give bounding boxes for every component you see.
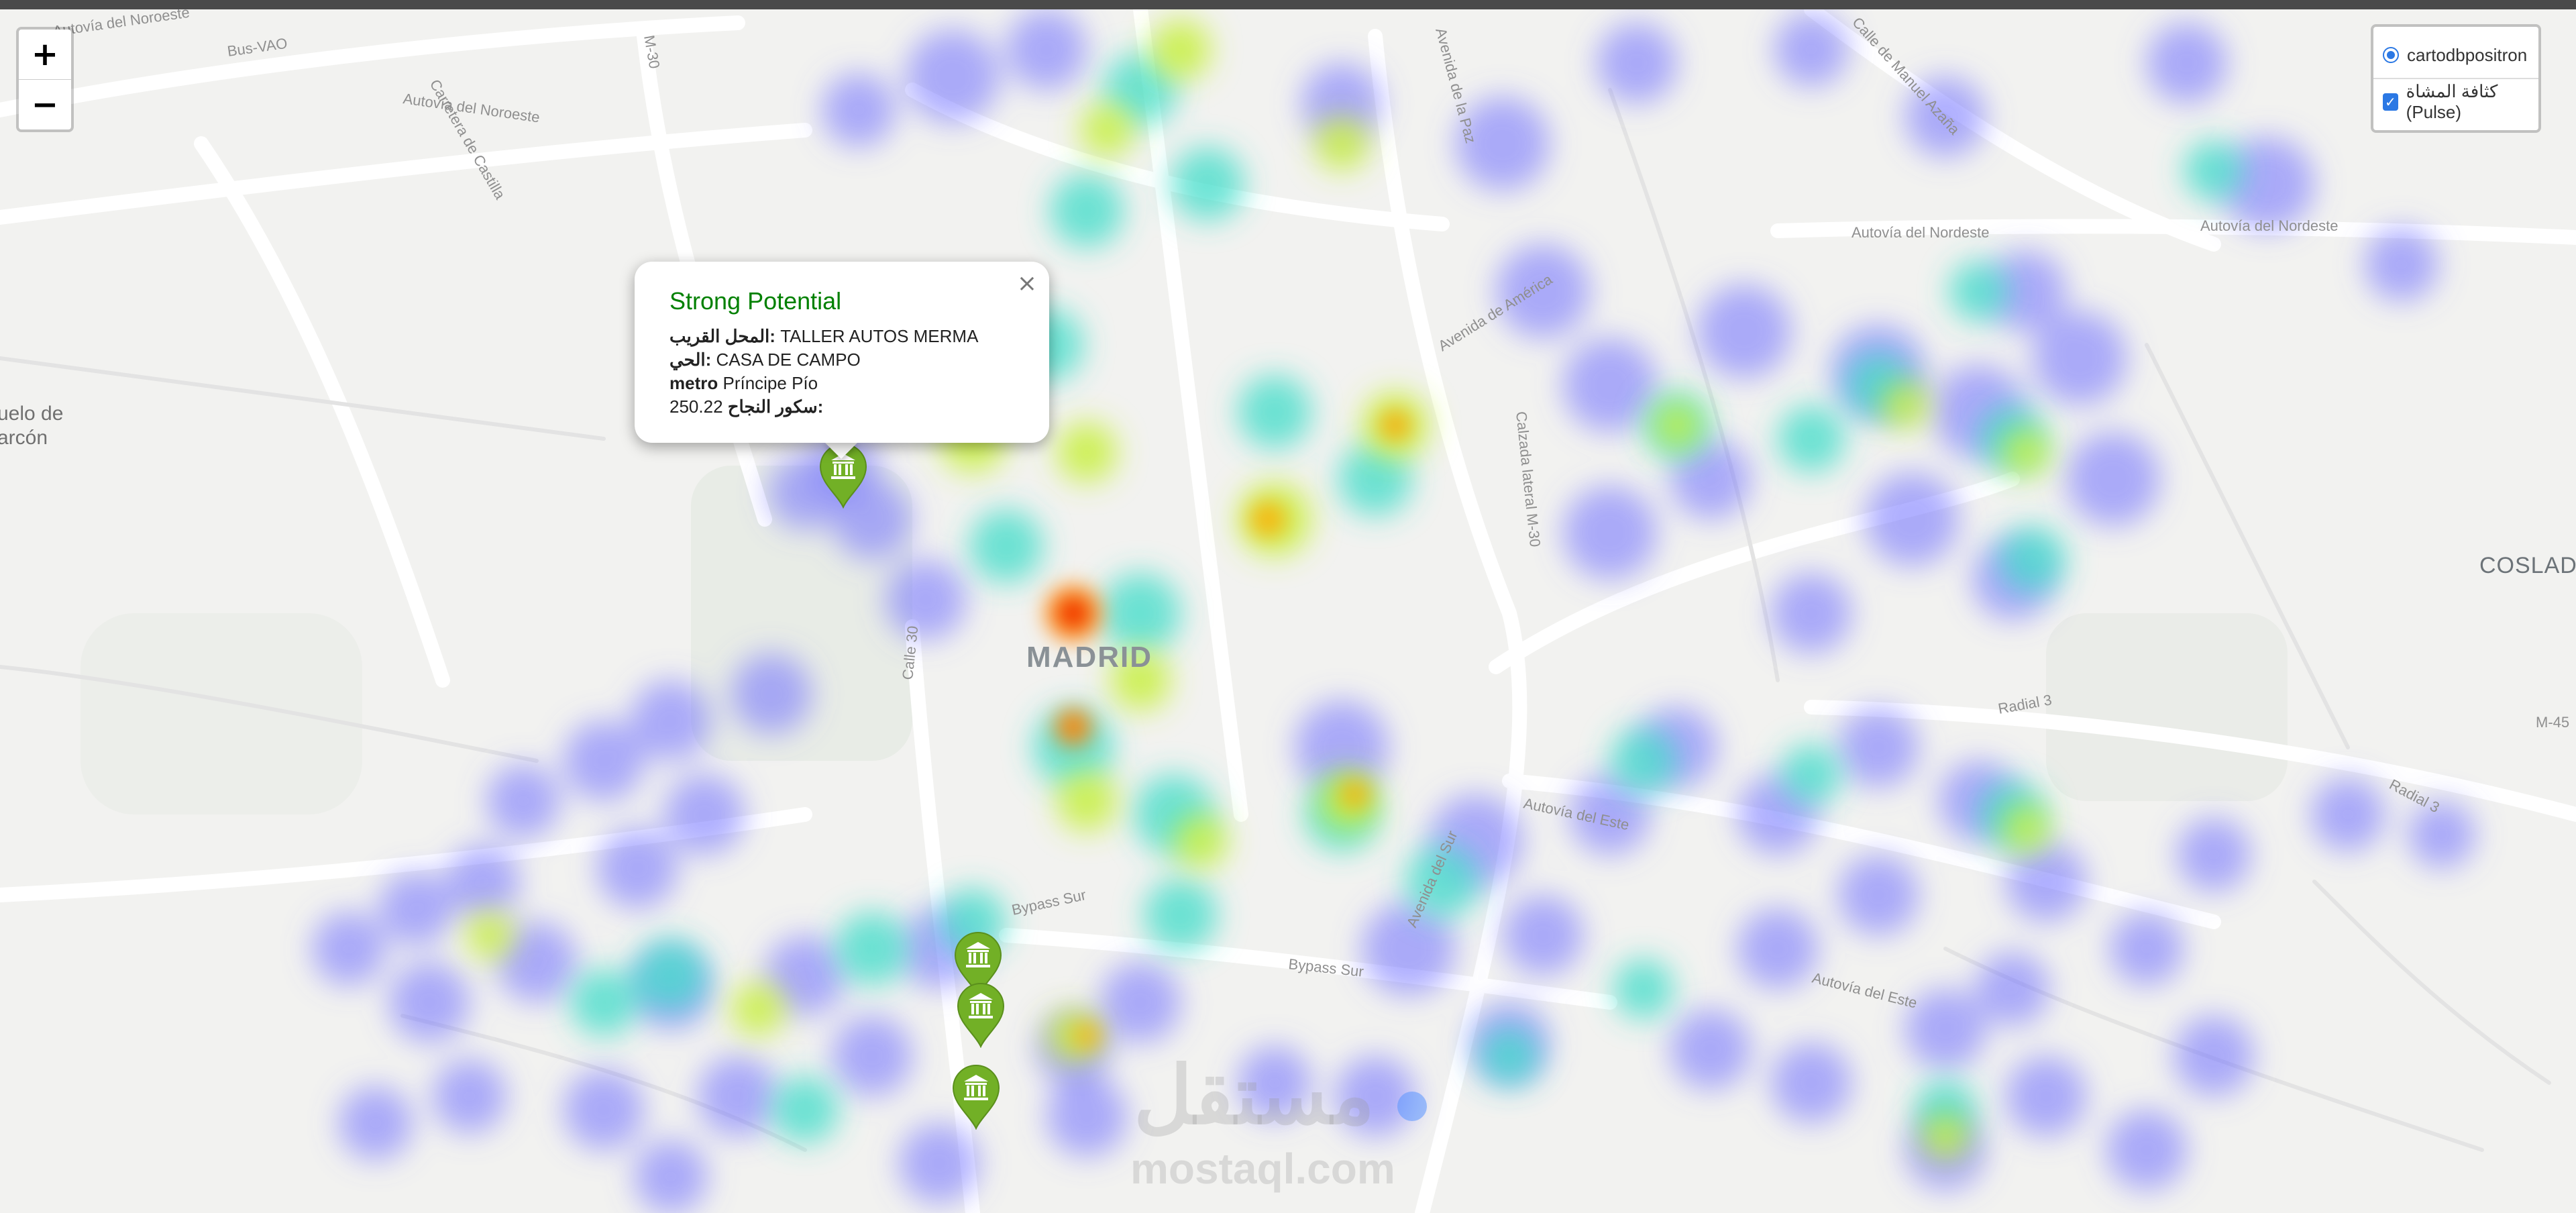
museum-icon bbox=[957, 983, 1005, 1048]
popup-tip bbox=[824, 441, 859, 459]
popup-shop-value: TALLER AUTOS MERMA bbox=[775, 326, 979, 346]
base-layer-option[interactable]: cartodbpositron bbox=[2373, 32, 2538, 78]
place-label: arcón bbox=[0, 427, 48, 449]
watermark-arabic: مستقل bbox=[1134, 1051, 1375, 1141]
popup-district-line: الحي: CASA DE CAMPO bbox=[669, 348, 1016, 372]
popup-score-label: سكور النجاح: bbox=[727, 397, 824, 417]
street-label: Avenida de la Paz bbox=[1432, 26, 1479, 145]
museum-icon bbox=[952, 1065, 1000, 1130]
street-label: Bypass Sur bbox=[1287, 955, 1364, 980]
zoom-control: + − bbox=[16, 27, 74, 132]
popup-shop-line: المحل القريب: TALLER AUTOS MERMA bbox=[669, 325, 1016, 348]
zoom-in-button[interactable]: + bbox=[19, 30, 71, 80]
street-label: Autovía del Nordeste bbox=[1851, 224, 1989, 241]
place-label: uelo de bbox=[0, 403, 63, 425]
town-label: COSLAD bbox=[2479, 553, 2576, 578]
watermark-latin: mostaql.com bbox=[1130, 1145, 1395, 1193]
map-marker[interactable] bbox=[951, 1064, 1002, 1130]
marker-popup: × Strong Potential المحل القريب: TALLER … bbox=[635, 262, 1049, 443]
park-area bbox=[80, 613, 362, 814]
park-area bbox=[2046, 613, 2288, 801]
basemap: Autovía del Noroeste Bus-VAO Carretera d… bbox=[0, 9, 2576, 1213]
popup-metro-line: metro Príncipe Pío bbox=[669, 372, 1016, 395]
watermark-dot bbox=[1397, 1092, 1427, 1121]
street-label: Autovía del Este bbox=[1811, 969, 1919, 1012]
close-icon[interactable]: × bbox=[1017, 270, 1037, 297]
overlay-layer-label: كثافة المشاة (Pulse) bbox=[2406, 81, 2498, 122]
street-label: Bypass Sur bbox=[1010, 886, 1087, 918]
street-label: Calzada lateral M-30 bbox=[1513, 411, 1544, 547]
street-label: Autovía del Noroeste bbox=[402, 90, 541, 125]
popup-metro-label: metro bbox=[669, 373, 718, 393]
popup-shop-label: المحل القريب: bbox=[669, 326, 775, 346]
window-top-bar bbox=[0, 0, 2576, 9]
map-marker[interactable] bbox=[955, 982, 1006, 1048]
overlay-layer-checkbox[interactable]: ✓ bbox=[2383, 93, 2398, 111]
popup-score-value: 250.22 bbox=[669, 397, 723, 417]
overlay-layer-option[interactable]: ✓ كثافة المشاة (Pulse) bbox=[2373, 78, 2538, 125]
layer-control: cartodbpositron ✓ كثافة المشاة (Pulse) bbox=[2371, 24, 2541, 133]
city-label: MADRID bbox=[1026, 641, 1152, 674]
popup-district-value: CASA DE CAMPO bbox=[711, 350, 861, 370]
street-label: M-45 bbox=[2536, 714, 2569, 731]
popup-district-label: الحي: bbox=[669, 350, 712, 370]
popup-title: Strong Potential bbox=[669, 287, 842, 315]
popup-score-line: 250.22 سكور النجاح: bbox=[669, 395, 1016, 419]
zoom-out-button[interactable]: − bbox=[19, 80, 71, 129]
base-layer-radio[interactable] bbox=[2383, 47, 2399, 63]
street-label: Autovía del Nordeste bbox=[2200, 217, 2338, 234]
popup-metro-value: Príncipe Pío bbox=[718, 373, 818, 393]
base-layer-label: cartodbpositron bbox=[2407, 44, 2528, 65]
map-canvas[interactable]: Autovía del Noroeste Bus-VAO Carretera d… bbox=[0, 9, 2576, 1213]
street-label: Bus-VAO bbox=[226, 35, 288, 60]
